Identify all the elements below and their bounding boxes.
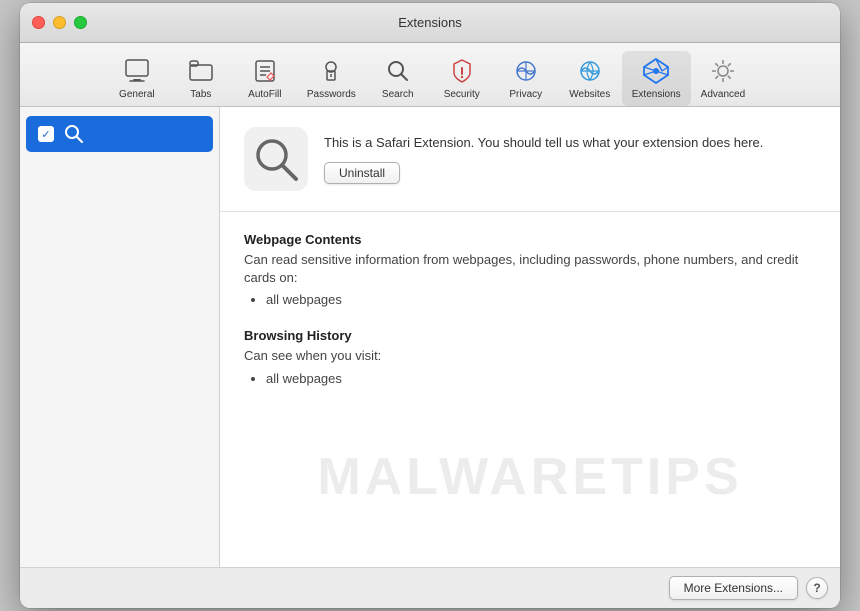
extension-list-icon bbox=[62, 122, 86, 146]
watermark: MALWARETIPS bbox=[317, 447, 742, 507]
privacy-icon bbox=[510, 55, 542, 87]
toolbar-autofill[interactable]: AutoFill bbox=[233, 51, 297, 106]
toolbar-security-label: Security bbox=[444, 89, 480, 100]
extensions-icon bbox=[640, 55, 672, 87]
websites-icon bbox=[574, 55, 606, 87]
extension-header: This is a Safari Extension. You should t… bbox=[220, 107, 840, 212]
toolbar-advanced[interactable]: Advanced bbox=[691, 51, 755, 106]
general-icon bbox=[121, 55, 153, 87]
browsing-history-section: Browsing History Can see when you visit:… bbox=[244, 328, 816, 386]
toolbar-passwords[interactable]: Passwords bbox=[297, 51, 366, 106]
autofill-icon bbox=[249, 55, 281, 87]
toolbar-websites-label: Websites bbox=[569, 89, 610, 100]
toolbar-tabs-label: Tabs bbox=[190, 89, 211, 100]
toolbar-general[interactable]: General bbox=[105, 51, 169, 106]
passwords-icon bbox=[315, 55, 347, 87]
titlebar: Extensions bbox=[20, 3, 840, 43]
extension-checkbox[interactable]: ✓ bbox=[38, 126, 54, 142]
toolbar-extensions[interactable]: Extensions bbox=[622, 51, 691, 106]
main-window: Extensions General Tabs bbox=[20, 3, 840, 608]
browsing-history-desc: Can see when you visit: bbox=[244, 347, 816, 365]
help-button[interactable]: ? bbox=[806, 577, 828, 599]
toolbar-privacy[interactable]: Privacy bbox=[494, 51, 558, 106]
footer: More Extensions... ? bbox=[20, 567, 840, 608]
more-extensions-button[interactable]: More Extensions... bbox=[669, 576, 798, 600]
security-icon bbox=[446, 55, 478, 87]
window-controls bbox=[32, 16, 87, 29]
uninstall-button[interactable]: Uninstall bbox=[324, 162, 400, 184]
maximize-button[interactable] bbox=[74, 16, 87, 29]
extension-description: This is a Safari Extension. You should t… bbox=[324, 134, 816, 152]
browsing-history-title: Browsing History bbox=[244, 328, 816, 343]
toolbar-search[interactable]: Search bbox=[366, 51, 430, 106]
webpage-contents-title: Webpage Contents bbox=[244, 232, 816, 247]
webpage-contents-desc: Can read sensitive information from webp… bbox=[244, 251, 816, 287]
webpage-contents-item-0: all webpages bbox=[266, 291, 816, 308]
toolbar-security[interactable]: Security bbox=[430, 51, 494, 106]
extension-info: This is a Safari Extension. You should t… bbox=[324, 134, 816, 184]
toolbar-websites[interactable]: Websites bbox=[558, 51, 622, 106]
content-area: ✓ MALWARETIPS bbox=[20, 107, 840, 567]
webpage-contents-list: all webpages bbox=[244, 291, 816, 308]
browsing-history-list: all webpages bbox=[244, 370, 816, 387]
permissions-area: Webpage Contents Can read sensitive info… bbox=[220, 212, 840, 427]
toolbar-passwords-label: Passwords bbox=[307, 89, 356, 100]
close-button[interactable] bbox=[32, 16, 45, 29]
toolbar-privacy-label: Privacy bbox=[509, 89, 542, 100]
sidebar-item-search-extension[interactable]: ✓ bbox=[26, 116, 213, 152]
toolbar-general-label: General bbox=[119, 89, 155, 100]
toolbar-advanced-label: Advanced bbox=[701, 89, 745, 100]
extensions-sidebar: ✓ bbox=[20, 107, 220, 567]
toolbar-autofill-label: AutoFill bbox=[248, 89, 281, 100]
tabs-icon bbox=[185, 55, 217, 87]
window-title: Extensions bbox=[398, 15, 462, 30]
extension-main-icon bbox=[244, 127, 308, 191]
toolbar-extensions-label: Extensions bbox=[632, 89, 681, 100]
toolbar-search-label: Search bbox=[382, 89, 414, 100]
extension-detail-panel: MALWARETIPS This is a Safari Extension. … bbox=[220, 107, 840, 567]
webpage-contents-section: Webpage Contents Can read sensitive info… bbox=[244, 232, 816, 308]
toolbar: General Tabs Auto bbox=[20, 43, 840, 107]
advanced-icon bbox=[707, 55, 739, 87]
search-toolbar-icon bbox=[382, 55, 414, 87]
browsing-history-item-0: all webpages bbox=[266, 370, 816, 387]
minimize-button[interactable] bbox=[53, 16, 66, 29]
toolbar-tabs[interactable]: Tabs bbox=[169, 51, 233, 106]
